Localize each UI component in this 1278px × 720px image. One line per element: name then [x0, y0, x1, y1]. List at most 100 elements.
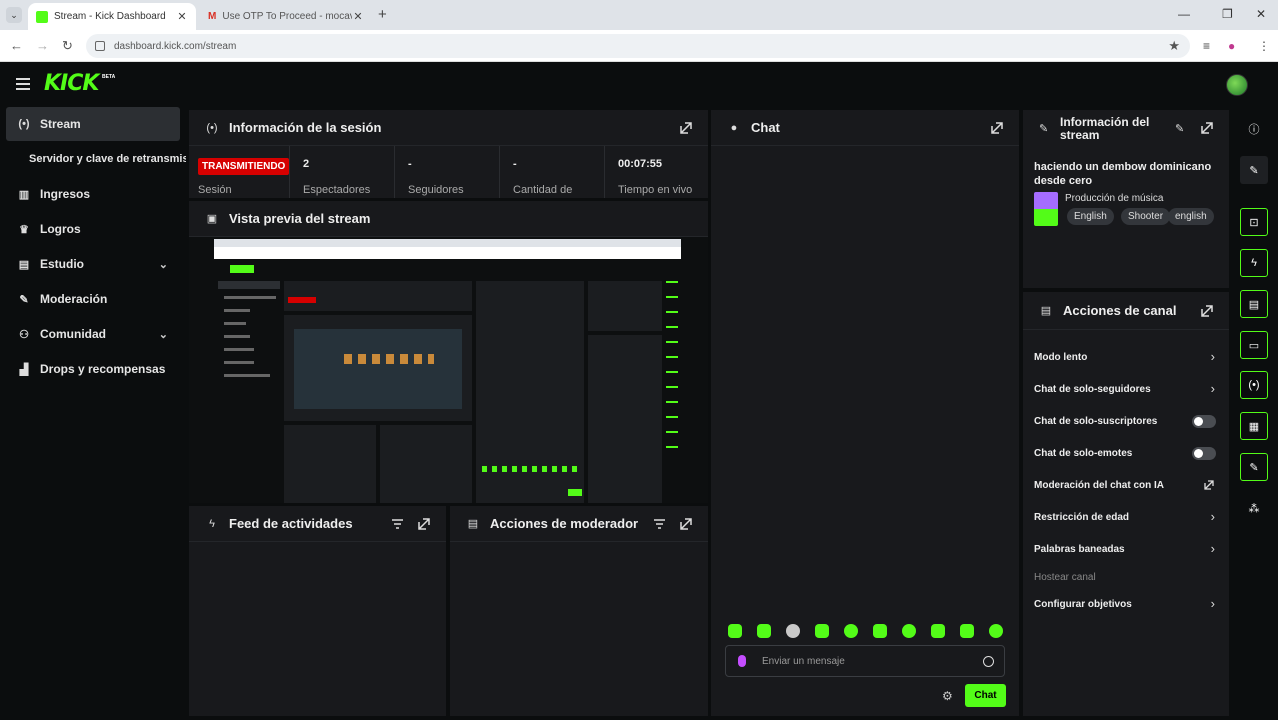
chevron-right-icon: › [1210, 381, 1215, 396]
subscribers-only-toggle[interactable] [1192, 415, 1216, 428]
sidebar-item-server-key[interactable]: Servidor y clave de retransmisión [29, 153, 186, 165]
action-label: Moderación del chat con IA [1034, 480, 1165, 491]
browser-menu-icon[interactable]: ⋮ [1258, 39, 1270, 53]
edit-icon[interactable]: ✎ [1240, 156, 1268, 184]
chevron-down-icon: ⌄ [158, 328, 168, 341]
bookmark-star-icon[interactable]: ★ [1168, 38, 1180, 54]
emote-icon[interactable] [873, 624, 887, 638]
url-field[interactable]: dashboard.kick.com/stream ★ [86, 34, 1190, 58]
emote-icon[interactable] [844, 624, 858, 638]
stream-preview-video[interactable] [214, 239, 681, 503]
emote-icon[interactable] [989, 624, 1003, 638]
external-link-icon [1204, 480, 1214, 490]
stat-amount: - Cantidad de [501, 146, 605, 198]
edit-pencil-icon[interactable]: ✎ [1175, 122, 1184, 135]
stat-uptime: 00:07:55 Tiempo en vivo [606, 146, 708, 198]
action-label: Modo lento [1034, 352, 1088, 363]
stream-title: haciendo un dembow dominicano desde cero [1034, 161, 1212, 187]
forward-icon[interactable]: → [36, 38, 49, 53]
popout-icon[interactable] [1201, 305, 1213, 317]
chat-header: ● Chat [711, 110, 1019, 146]
close-window-icon[interactable]: ✕ [1256, 7, 1266, 21]
beta-badge: BETA [102, 74, 116, 80]
emote-icon[interactable] [786, 624, 800, 638]
profile-icon[interactable]: ● [1228, 39, 1235, 53]
panel-title: Acciones de moderador [490, 516, 639, 531]
panel-title: Feed de actividades [229, 516, 353, 531]
action-label: Chat de solo-emotes [1034, 448, 1133, 459]
apps-icon[interactable]: ⁂ [1240, 494, 1268, 522]
mod-actions-header: ▤ Acciones de moderador [450, 506, 708, 542]
sidebar-item-moderacion[interactable]: ✎ Moderación [6, 282, 180, 316]
preview-browser-address [214, 247, 681, 259]
category-name[interactable]: Producción de música [1065, 193, 1163, 204]
avatar[interactable] [1226, 74, 1248, 96]
sidebar-item-estudio[interactable]: ▤ Estudio ⌄ [6, 247, 180, 281]
filter-icon[interactable] [392, 519, 403, 529]
category-thumbnail [1034, 192, 1058, 226]
gear-icon[interactable]: ⚙ [942, 689, 953, 703]
extensions-icon[interactable]: ≡ [1203, 39, 1210, 53]
mod-actions-panel: ▤ Acciones de moderador [450, 506, 708, 716]
browser-tab-gmail[interactable]: M Use OTP To Proceed - mocavent ✕ [200, 3, 372, 30]
browser-tab-kick[interactable]: Stream - Kick Dashboard ✕ [28, 3, 196, 30]
tag-chip[interactable]: English [1067, 208, 1114, 225]
activity-feed-header: ϟ Feed de actividades [189, 506, 446, 542]
session-info-panel: (•) Información de la sesión TRANSMITIEN… [189, 110, 708, 198]
emote-icon[interactable] [815, 624, 829, 638]
stat-value: - [408, 158, 412, 170]
screen-capture-icon[interactable]: ⊡ [1240, 208, 1268, 236]
tag-chip[interactable]: Shooter [1121, 208, 1171, 225]
emote-icon[interactable] [728, 624, 742, 638]
minimize-icon[interactable]: — [1178, 7, 1190, 21]
emote-icon[interactable] [757, 624, 771, 638]
stat-label: Cantidad de [513, 184, 573, 196]
chat-bubble-icon: ● [730, 121, 738, 134]
popout-icon[interactable] [680, 518, 692, 530]
emote-icon[interactable] [931, 624, 945, 638]
broadcast-icon[interactable]: (•) [1240, 371, 1268, 399]
sidebar-item-label: Moderación [40, 292, 108, 306]
popout-icon[interactable] [991, 122, 1003, 134]
server-icon[interactable]: ▦ [1240, 412, 1268, 440]
document-icon[interactable]: ▤ [1240, 290, 1268, 318]
emoji-icon[interactable] [983, 656, 994, 667]
tab-search-icon[interactable]: ⌄ [6, 7, 22, 23]
chat-bubble-icon[interactable]: ▭ [1240, 331, 1268, 359]
close-tab-icon[interactable]: ✕ [176, 10, 188, 23]
site-info-icon[interactable] [95, 41, 105, 51]
close-tab-icon[interactable]: ✕ [352, 10, 364, 23]
sidebar-item-drops[interactable]: ▟ Drops y recompensas [6, 352, 180, 386]
sidebar-item-logros[interactable]: ♛ Logros [6, 212, 180, 246]
url-text: dashboard.kick.com/stream [114, 40, 237, 52]
emote-icon[interactable] [960, 624, 974, 638]
info-icon[interactable]: ⓘ [1240, 115, 1268, 143]
session-status: TRANSMITIENDO Sesión [189, 146, 290, 198]
chevron-right-icon: › [1210, 596, 1215, 611]
tag-chip[interactable]: english [1168, 208, 1214, 225]
lightning-icon[interactable]: ϟ [1240, 249, 1268, 277]
sidebar-item-comunidad[interactable]: ⚇ Comunidad ⌄ [6, 317, 180, 351]
emote-icon[interactable] [902, 624, 916, 638]
menu-icon[interactable] [16, 78, 30, 93]
chat-send-button[interactable]: Chat [965, 684, 1006, 707]
restore-icon[interactable]: ❐ [1222, 7, 1233, 21]
sidebar-item-ingresos[interactable]: ▥ Ingresos [6, 177, 180, 211]
server-icon: ▤ [1040, 305, 1052, 317]
emotes-only-toggle[interactable] [1192, 447, 1216, 460]
microphone-icon[interactable] [738, 655, 746, 667]
filter-icon[interactable] [654, 519, 665, 529]
reload-icon[interactable]: ↻ [62, 38, 73, 54]
popout-icon[interactable] [680, 122, 692, 134]
preview-logo [230, 265, 254, 273]
sidebar-item-stream[interactable]: (•) Stream [6, 107, 180, 141]
popout-icon[interactable] [418, 518, 430, 530]
popout-icon[interactable] [1201, 122, 1213, 134]
wrench-icon[interactable]: ✎ [1240, 453, 1268, 481]
kick-logo[interactable]: KICK [44, 71, 99, 96]
chat-message-input[interactable]: Enviar un mensaje [725, 645, 1005, 677]
stat-label: Tiempo en vivo [618, 184, 693, 196]
activity-feed-panel: ϟ Feed de actividades [189, 506, 446, 716]
back-icon[interactable]: ← [10, 38, 23, 53]
new-tab-icon[interactable]: + [378, 6, 387, 23]
